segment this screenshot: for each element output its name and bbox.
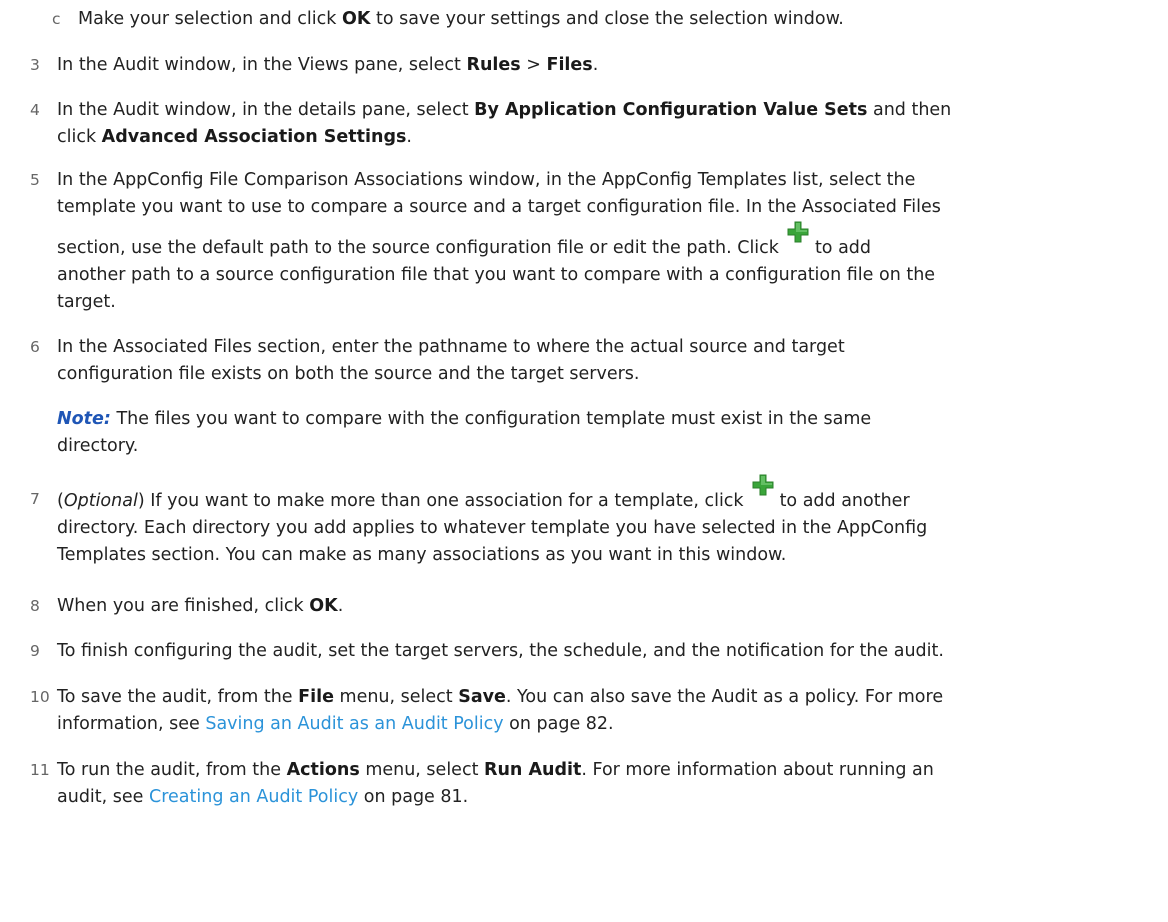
text-run: section, use the default path to the sou… xyxy=(57,238,779,258)
text-run: > xyxy=(520,55,547,75)
step-text: To finish configuring the audit, set the… xyxy=(57,638,1160,665)
text-run: When you are finished, click xyxy=(57,596,310,616)
text-run: menu, select xyxy=(359,760,484,780)
text-run: to add xyxy=(814,238,872,258)
text-line: Templates section. You can make as many … xyxy=(57,545,787,565)
text-run: click xyxy=(57,127,102,147)
text-line: In the Associated Files section, enter t… xyxy=(57,337,845,357)
text-line: In the AppConfig File Comparison Associa… xyxy=(57,170,916,190)
optional-label: Optional xyxy=(63,491,138,511)
ui-term: Files xyxy=(546,55,593,75)
text-run: In the Audit window, in the details pane… xyxy=(57,100,475,120)
text-line: target. xyxy=(57,292,116,312)
note: Note: The files you want to compare with… xyxy=(57,406,1160,460)
text-run: . For more information about running an xyxy=(581,760,934,780)
step-text: To save the audit, from the File menu, s… xyxy=(57,684,1160,738)
text-run: on page 81. xyxy=(358,787,469,807)
text-line: another path to a source configuration f… xyxy=(57,265,936,285)
ui-term: Advanced Association Settings xyxy=(101,127,407,147)
text-run: and then xyxy=(867,100,952,120)
text-line: configuration file exists on both the so… xyxy=(57,364,640,384)
add-icon[interactable] xyxy=(787,221,809,243)
step-text: In the Associated Files section, enter t… xyxy=(57,334,1160,460)
step-text: Make your selection and click OK to save… xyxy=(78,6,1160,33)
text-line: directory. xyxy=(57,436,139,456)
ui-term: OK xyxy=(341,9,371,29)
text-run: menu, select xyxy=(333,687,459,707)
text-run: The files you want to compare with the c… xyxy=(110,409,872,429)
text-run: . You can also save the Audit as a polic… xyxy=(505,687,944,707)
step-text: To run the audit, from the Actions menu,… xyxy=(57,757,1160,811)
text-run: . xyxy=(592,55,599,75)
ui-term: OK xyxy=(309,596,338,616)
text-run: to save your settings and close the sele… xyxy=(370,9,844,29)
text-run: to add another xyxy=(779,491,910,511)
ui-term: Actions xyxy=(286,760,360,780)
text-line: To finish configuring the audit, set the… xyxy=(57,641,944,661)
link-creating-audit-policy[interactable]: Creating an Audit Policy xyxy=(149,787,358,807)
add-icon[interactable] xyxy=(752,474,774,496)
text-run: audit, see xyxy=(57,787,149,807)
text-run: . xyxy=(406,127,412,147)
text-run: ) If you want to make more than one asso… xyxy=(137,491,744,511)
text-run: ( xyxy=(57,491,64,511)
text-run: on page 82. xyxy=(503,714,614,734)
text-line: directory. Each directory you add applie… xyxy=(57,518,928,538)
step-text: In the Audit window, in the details pane… xyxy=(57,97,1160,151)
step-text: In the AppConfig File Comparison Associa… xyxy=(57,167,1160,316)
link-saving-audit-policy[interactable]: Saving an Audit as an Audit Policy xyxy=(205,714,503,734)
ui-term: Save xyxy=(458,687,506,707)
step-text: When you are finished, click OK. xyxy=(57,593,1160,620)
ui-term: Rules xyxy=(466,55,521,75)
text-run: In the Audit window, in the Views pane, … xyxy=(57,55,467,75)
ui-term: By Application Configuration Value Sets xyxy=(474,100,868,120)
text-run: To run the audit, from the xyxy=(57,760,287,780)
text-run: To save the audit, from the xyxy=(57,687,299,707)
ui-term: Run Audit xyxy=(484,760,582,780)
step-text: (Optional) If you want to make more than… xyxy=(57,474,1160,569)
ui-term: File xyxy=(298,687,334,707)
text-run: information, see xyxy=(57,714,206,734)
step-text: In the Audit window, in the Views pane, … xyxy=(57,52,1160,79)
text-run: Make your selection and click xyxy=(78,9,342,29)
note-label: Note: xyxy=(57,409,111,429)
text-run: . xyxy=(337,596,344,616)
text-line: template you want to use to compare a so… xyxy=(57,197,941,217)
